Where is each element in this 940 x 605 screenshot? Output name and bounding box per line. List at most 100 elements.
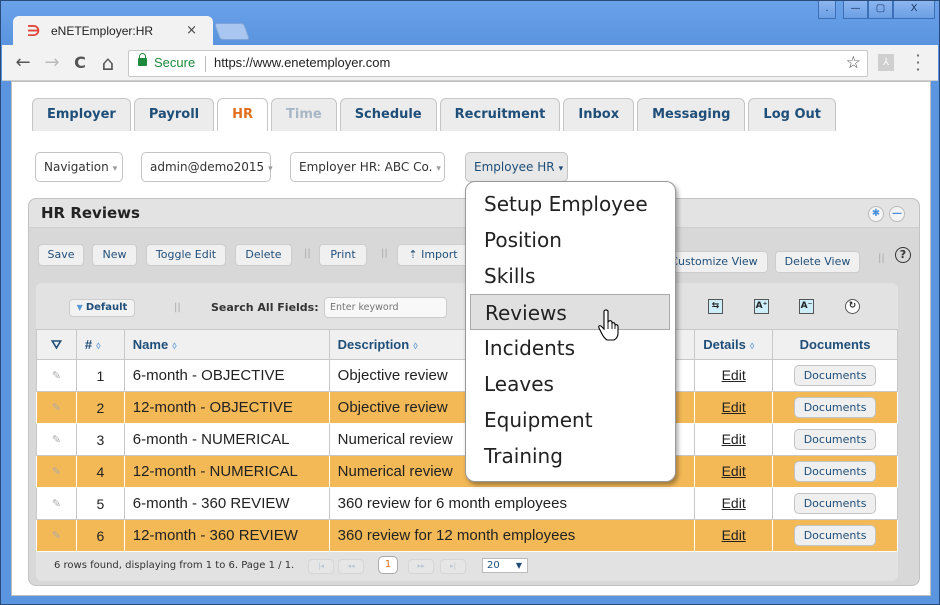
menu-item-position[interactable]: Position	[470, 222, 670, 258]
search-input[interactable]	[324, 297, 447, 318]
font-increase-icon[interactable]: A⁺	[754, 299, 769, 314]
collapse-icon[interactable]: —	[889, 206, 905, 222]
employee-hr-select[interactable]: Employee HR ▾	[465, 152, 568, 182]
print-button[interactable]: Print	[319, 244, 367, 266]
tab-hr[interactable]: HR	[217, 98, 268, 131]
import-button[interactable]: ⇡ Import	[397, 244, 469, 266]
cell-documents: Documents	[772, 359, 898, 392]
edit-link[interactable]: Edit	[722, 495, 746, 511]
tab-recruitment[interactable]: Recruitment	[439, 98, 561, 131]
gear-icon[interactable]: ✱	[868, 206, 884, 222]
menu-item-leaves[interactable]: Leaves	[470, 366, 670, 402]
documents-button[interactable]: Documents	[794, 429, 877, 450]
cell-description: 360 review for 6 month employees	[328, 487, 696, 520]
url-text[interactable]: https://www.enetemployer.com	[214, 55, 390, 70]
save-button[interactable]: Save	[38, 244, 84, 266]
forward-icon[interactable]: →	[41, 52, 63, 74]
documents-button[interactable]: Documents	[794, 365, 877, 386]
table-row[interactable]: ✎ 6 12-month - 360 REVIEW 360 review for 12…	[36, 519, 898, 552]
employer-select[interactable]: Employer HR: ABC Co. ▾	[290, 152, 445, 182]
column-header-label: #	[84, 337, 93, 352]
menu-item-setup-employee[interactable]: Setup Employee	[470, 186, 670, 222]
delete-button[interactable]: Delete	[235, 244, 292, 266]
column-header-details[interactable]: Details ◊	[694, 329, 774, 360]
tab-inbox[interactable]: Inbox	[563, 98, 635, 131]
font-decrease-icon[interactable]: A⁻	[799, 299, 814, 314]
documents-button[interactable]: Documents	[794, 397, 877, 418]
edit-link[interactable]: Edit	[722, 463, 746, 479]
pencil-icon[interactable]: ✎	[52, 370, 61, 382]
new-tab-button[interactable]	[213, 23, 251, 40]
browser-tab[interactable]: ∋ eNETEmployer:HR ×	[13, 16, 213, 46]
bookmark-star-icon[interactable]: ☆	[846, 53, 861, 73]
tab-payroll[interactable]: Payroll	[133, 98, 215, 131]
documents-button[interactable]: Documents	[794, 461, 877, 482]
edit-link[interactable]: Edit	[722, 431, 746, 447]
edit-link[interactable]: Edit	[722, 367, 746, 383]
maximize-button[interactable]: ▢	[868, 1, 893, 19]
menu-item-incidents[interactable]: Incidents	[470, 330, 670, 366]
row-edit-cell[interactable]: ✎	[36, 455, 77, 488]
documents-button[interactable]: Documents	[794, 493, 877, 514]
sort-icon: ◊	[172, 341, 177, 351]
row-edit-cell[interactable]: ✎	[36, 519, 77, 552]
tab-messaging[interactable]: Messaging	[637, 98, 746, 131]
customize-view-button[interactable]: Customize View	[660, 251, 768, 273]
address-bar[interactable]: Secure https://www.enetemployer.com ☆	[128, 50, 868, 77]
column-header-name[interactable]: Name ◊	[123, 329, 330, 360]
cell-description: 360 review for 12 month employees	[328, 519, 696, 552]
tab-employer[interactable]: Employer	[32, 98, 131, 131]
current-page-button[interactable]: 1	[378, 556, 398, 574]
tab-schedule[interactable]: Schedule	[339, 98, 437, 131]
toggle-edit-button[interactable]: Toggle Edit	[146, 244, 226, 266]
view-select[interactable]: ▼ Default	[69, 299, 135, 317]
edit-link[interactable]: Edit	[722, 399, 746, 415]
last-page-button[interactable]: ▸|	[440, 559, 466, 574]
reload-icon[interactable]: C	[69, 52, 91, 74]
pdf-extension-icon[interactable]: ⅄	[878, 54, 894, 71]
wrap-text-icon[interactable]: ⇆	[708, 299, 723, 314]
pencil-icon[interactable]: ✎	[52, 402, 61, 414]
column-header-num[interactable]: # ◊	[75, 329, 125, 360]
edit-link[interactable]: Edit	[722, 527, 746, 543]
next-page-button[interactable]: ▸▸	[408, 559, 434, 574]
pencil-icon[interactable]: ✎	[52, 434, 61, 446]
navigation-select[interactable]: Navigation ▾	[35, 152, 123, 182]
employee-hr-select-label: Employee HR	[474, 160, 555, 174]
row-edit-cell[interactable]: ✎	[36, 391, 77, 424]
row-edit-cell[interactable]: ✎	[36, 423, 77, 456]
table-row[interactable]: ✎ 5 6-month - 360 REVIEW 360 review for 6 m…	[36, 487, 898, 520]
prev-page-button[interactable]: ◂◂	[338, 559, 364, 574]
menu-item-reviews[interactable]: Reviews	[470, 294, 670, 330]
tab-time[interactable]: Time	[271, 98, 337, 131]
user-select[interactable]: admin@demo2015 ▾	[141, 152, 273, 182]
page-size-select[interactable]: 20 ▼	[482, 558, 528, 573]
tab-log-out[interactable]: Log Out	[748, 98, 836, 131]
window-extra-button[interactable]: .	[818, 1, 836, 19]
tab-close-icon[interactable]: ×	[186, 23, 197, 38]
browser-menu-icon[interactable]: · · ·	[914, 48, 922, 78]
back-icon[interactable]: ←	[12, 52, 34, 74]
menu-item-skills[interactable]: Skills	[470, 258, 670, 294]
documents-button[interactable]: Documents	[794, 525, 877, 546]
help-icon[interactable]: ?	[895, 247, 911, 263]
filter-icon[interactable]: ⛛	[36, 329, 77, 360]
pencil-icon[interactable]: ✎	[52, 530, 61, 542]
minimize-button[interactable]: —	[843, 1, 868, 19]
cell-details: Edit	[694, 519, 774, 552]
pencil-icon[interactable]: ✎	[52, 466, 61, 478]
lock-icon	[138, 53, 147, 66]
close-window-button[interactable]: X	[893, 1, 935, 19]
reset-icon[interactable]: ↻	[845, 299, 860, 314]
first-page-button[interactable]: |◂	[308, 559, 334, 574]
pencil-icon[interactable]: ✎	[52, 498, 61, 510]
row-edit-cell[interactable]: ✎	[36, 359, 77, 392]
menu-item-equipment[interactable]: Equipment	[470, 402, 670, 438]
column-header-documents: Documents	[772, 329, 898, 360]
cell-name: 6-month - NUMERICAL	[123, 423, 330, 456]
delete-view-button[interactable]: Delete View	[775, 251, 860, 273]
menu-item-training[interactable]: Training	[470, 438, 670, 474]
home-icon[interactable]: ⌂	[97, 52, 119, 74]
new-button[interactable]: New	[92, 244, 137, 266]
row-edit-cell[interactable]: ✎	[36, 487, 77, 520]
